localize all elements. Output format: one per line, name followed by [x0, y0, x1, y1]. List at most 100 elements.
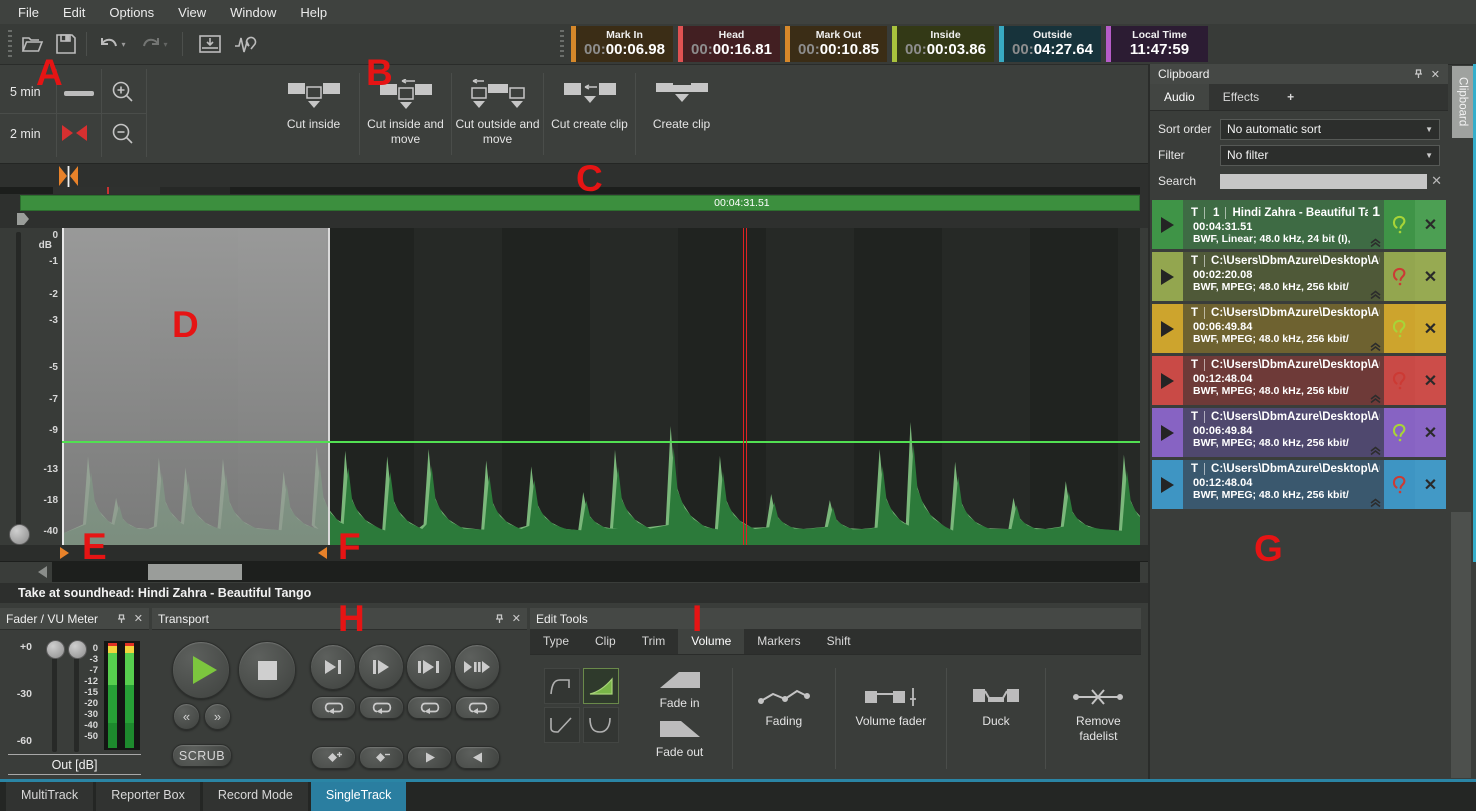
tab-add[interactable]: +	[1273, 84, 1308, 110]
skip-back-button[interactable]: «	[173, 703, 200, 730]
zoom-to-selection-icon[interactable]	[62, 125, 87, 141]
fade-curve-log-button[interactable]	[544, 668, 580, 704]
undo-button[interactable]: ▾	[94, 30, 130, 58]
filter-dropdown[interactable]: No filter▼	[1220, 145, 1440, 166]
tab-multitrack[interactable]: MultiTrack	[6, 782, 93, 811]
mark-out-handle[interactable]	[318, 547, 327, 559]
tab-volume[interactable]: Volume	[678, 629, 744, 654]
zoom-preset-2min[interactable]: 2 min	[10, 127, 41, 141]
tab-effects[interactable]: Effects	[1209, 84, 1273, 110]
skip-forward-button[interactable]: »	[204, 703, 231, 730]
fade-in-button[interactable]: Fade in	[657, 668, 703, 711]
collapse-icon[interactable]	[1369, 394, 1382, 404]
play-from-mark-button[interactable]	[358, 644, 404, 690]
add-marker-button[interactable]	[311, 746, 356, 769]
fade-out-button[interactable]: Fade out	[656, 717, 703, 760]
waveform-canvas[interactable]	[62, 228, 1140, 545]
remove-take-button[interactable]: ✕	[1415, 304, 1446, 353]
vertical-zoom-slider[interactable]	[16, 232, 21, 532]
menu-edit[interactable]: Edit	[51, 2, 97, 23]
fade-curve-scurve-button[interactable]	[544, 707, 580, 743]
head-position-marker[interactable]	[16, 212, 30, 226]
menu-options[interactable]: Options	[97, 2, 166, 23]
zoom-in-button[interactable]	[110, 79, 136, 105]
scroll-left-arrow[interactable]	[38, 566, 47, 578]
tab-trim[interactable]: Trim	[629, 629, 679, 654]
redo-button[interactable]: ▾	[136, 30, 172, 58]
remove-fadelist-button[interactable]: Remove fadelist	[1056, 686, 1141, 744]
collapse-icon[interactable]	[1369, 446, 1382, 456]
fader-knob-left[interactable]	[46, 640, 65, 659]
menu-view[interactable]: View	[166, 2, 218, 23]
overview-strip[interactable]	[0, 187, 1140, 194]
tab-record-mode[interactable]: Record Mode	[203, 782, 308, 811]
collapse-icon[interactable]	[1369, 498, 1382, 508]
remove-marker-button[interactable]	[359, 746, 404, 769]
clear-search-icon[interactable]: ✕	[1431, 173, 1442, 189]
clipboard-item[interactable]: T C:\Users\DbmAzure\Desktop\Aud 00:12:48…	[1152, 356, 1446, 405]
clipboard-item[interactable]: T C:\Users\DbmAzure\Desktop\Aud 00:12:48…	[1152, 460, 1446, 509]
tab-singletrack[interactable]: SingleTrack	[311, 782, 407, 811]
loop-button-2[interactable]	[359, 696, 404, 719]
play-take-button[interactable]	[1152, 356, 1183, 405]
search-input[interactable]	[1220, 174, 1427, 189]
create-clip-button[interactable]: Create clip	[636, 71, 727, 157]
remove-take-button[interactable]: ✕	[1415, 356, 1446, 405]
tab-markers[interactable]: Markers	[744, 629, 813, 654]
volume-threshold-line[interactable]	[62, 441, 1140, 443]
play-between-marks-button[interactable]	[406, 644, 452, 690]
duck-button[interactable]: Duck	[957, 686, 1035, 729]
collapse-icon[interactable]	[1369, 238, 1382, 248]
prelisten-ear-button[interactable]	[1384, 408, 1415, 457]
tab-shift[interactable]: Shift	[814, 629, 864, 654]
fade-curve-exp-button-active[interactable]	[583, 668, 619, 704]
cut-inside-button[interactable]: Cut inside	[268, 71, 359, 157]
close-icon[interactable]: ✕	[512, 612, 521, 625]
menu-window[interactable]: Window	[218, 2, 288, 23]
fade-curve-linear-button[interactable]	[583, 707, 619, 743]
collapse-icon[interactable]	[1369, 342, 1382, 352]
previous-marker-button[interactable]	[455, 746, 500, 769]
toolbar-grip[interactable]	[8, 30, 12, 58]
loop-button-3[interactable]	[407, 696, 452, 719]
playhead-cursor[interactable]	[743, 228, 748, 560]
next-marker-button[interactable]	[407, 746, 452, 769]
menu-help[interactable]: Help	[288, 2, 339, 23]
close-icon[interactable]: ✕	[1431, 68, 1440, 81]
tab-type[interactable]: Type	[530, 629, 582, 654]
scrollbar-thumb[interactable]	[148, 564, 242, 580]
clipboard-item[interactable]: T 1 Hindi Zahra - Beautiful Ta 1 00:04:3…	[1152, 200, 1446, 249]
tab-reporter-box[interactable]: Reporter Box	[96, 782, 200, 811]
import-take-icon[interactable]	[196, 30, 224, 58]
play-take-button[interactable]	[1152, 460, 1183, 509]
remove-take-button[interactable]: ✕	[1415, 252, 1446, 301]
stop-button[interactable]	[238, 641, 296, 699]
tab-clip[interactable]: Clip	[582, 629, 629, 654]
menu-file[interactable]: File	[6, 2, 51, 23]
clipboard-item[interactable]: T C:\Users\DbmAzure\Desktop\Aud 00:02:20…	[1152, 252, 1446, 301]
pin-icon[interactable]	[117, 614, 126, 624]
mark-range-marker-icon[interactable]	[58, 166, 79, 187]
vertical-scrollbar[interactable]	[1451, 512, 1471, 778]
play-take-button[interactable]	[1152, 408, 1183, 457]
pin-icon[interactable]	[1414, 69, 1423, 79]
remove-take-button[interactable]: ✕	[1415, 200, 1446, 249]
zoom-out-button[interactable]	[110, 121, 136, 147]
cut-create-clip-button[interactable]: Cut create clip	[544, 71, 635, 157]
play-around-mark-button[interactable]	[454, 644, 500, 690]
prelisten-ear-button[interactable]	[1384, 200, 1415, 249]
clipboard-item[interactable]: T C:\Users\DbmAzure\Desktop\Aud 00:06:49…	[1152, 304, 1446, 353]
fading-button[interactable]: Fading	[743, 686, 824, 729]
fader-track-left[interactable]	[52, 648, 57, 752]
play-to-mark-button[interactable]	[310, 644, 356, 690]
play-take-button[interactable]	[1152, 200, 1183, 249]
prelisten-ear-button[interactable]	[1384, 252, 1415, 301]
prelisten-ear-button[interactable]	[1384, 304, 1415, 353]
prelisten-ear-button[interactable]	[1384, 356, 1415, 405]
scrub-button[interactable]: SCRUB	[172, 744, 232, 767]
play-take-button[interactable]	[1152, 252, 1183, 301]
mark-in-handle[interactable]	[60, 547, 69, 559]
horizontal-scrollbar[interactable]	[52, 562, 1140, 582]
volume-fader-button[interactable]: Volume fader	[845, 686, 936, 729]
cut-outside-and-move-button[interactable]: Cut outside and move	[452, 71, 543, 157]
